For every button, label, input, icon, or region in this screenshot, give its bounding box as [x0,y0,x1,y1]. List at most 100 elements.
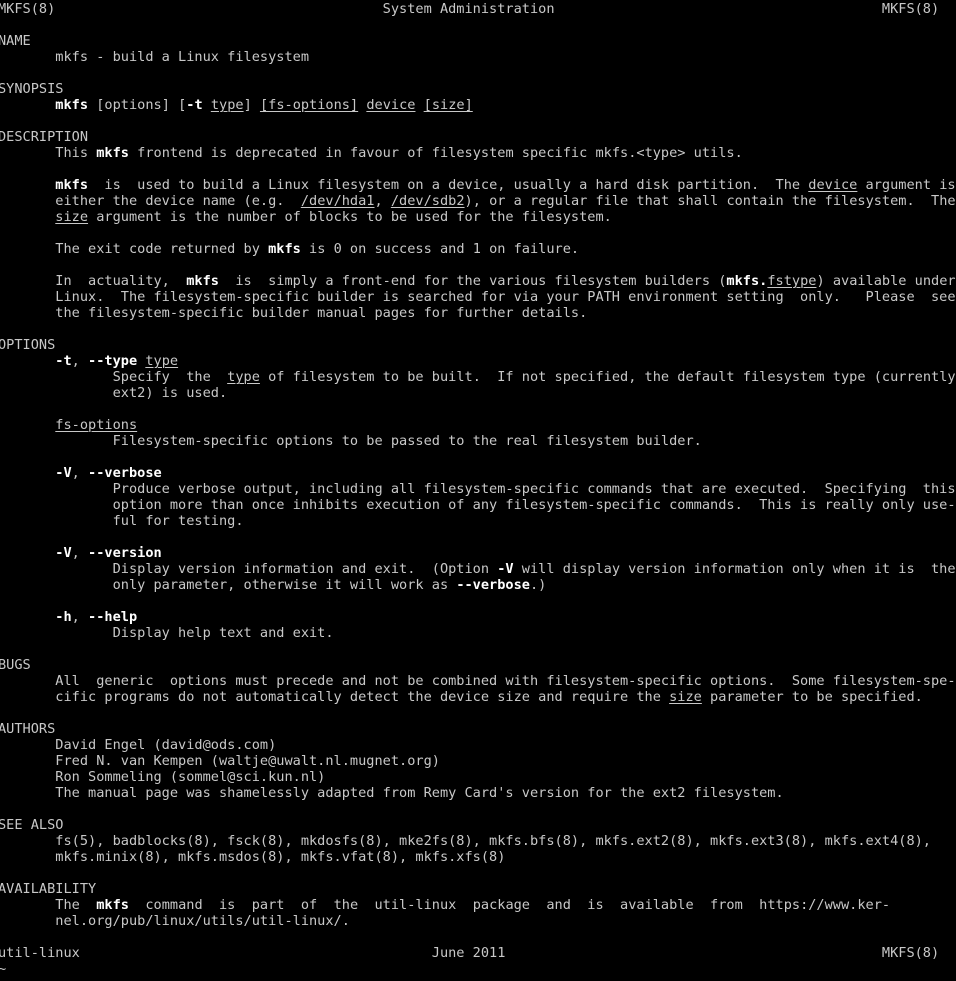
manpage-line: Display help text and exit. [0,625,956,641]
manpage-line: Linux. The filesystem-specific builder i… [0,289,956,305]
manpage-line: fs-options [0,417,956,433]
bold-text: mkfs. [726,273,768,289]
underlined-text: size [669,689,702,705]
section-heading-text: SYNOPSIS [0,81,64,97]
manpage-line: mkfs is used to build a Linux filesystem… [0,177,956,193]
manpage-line: Ron Sommeling (sommel@sci.kun.nl) [0,769,956,785]
bold-text: mkfs [55,97,89,113]
manpage-line: cific programs do not automatically dete… [0,689,956,705]
section-heading-text: SEE ALSO [0,817,64,833]
underlined-text: type [145,353,179,369]
manpage-line: Specify the type of filesystem to be bui… [0,369,956,385]
underlined-text: fs-options [55,417,138,433]
manpage-line: -V, --version [0,545,956,561]
manpage-line: ext2) is used. [0,385,956,401]
bold-text: -t [55,353,72,369]
manpage-header: MKFS(8) System Administration MKFS(8) [0,1,956,17]
text: Display version information and exit. (O… [0,561,498,577]
text: Ron Sommeling (sommel@sci.kun.nl) [0,769,326,785]
text: ), or a regular file that shall contain … [464,193,956,209]
manpage-line: Filesystem-specific options to be passed… [0,433,956,449]
bold-text: -t [186,97,203,113]
text [0,209,55,225]
manpage-line [0,225,956,241]
manpage-line [0,449,956,465]
bold-text: mkfs [96,145,129,161]
text: either the device name (e.g. [0,193,301,209]
text [0,97,55,113]
text [0,609,55,625]
man-page-screen: MKFS(8) System Administration MKFS(8) NAM… [0,1,956,977]
text: All generic options must precede and not… [0,673,956,689]
section-heading: AVAILABILITY [0,881,956,897]
footer-text: util-linux June 2011 MKFS(8) [0,945,940,961]
text: .) [529,577,547,593]
text: The exit code returned by [0,241,269,257]
text: In actuality, [0,273,187,289]
text: nel.org/pub/linux/utils/util-linux/. [0,913,350,929]
manpage-line [0,593,956,609]
manpage-line: the filesystem-specific builder manual p… [0,305,956,321]
underlined-text: type [210,97,244,113]
underlined-text: type [227,369,260,385]
manpage-line: All generic options must precede and not… [0,673,956,689]
underlined-text: fstype [767,273,817,289]
underlined-text: /dev/sdb2 [390,193,465,209]
manpage-line: -h, --help [0,609,956,625]
manpage-line: Fred N. van Kempen (waltje@uwalt.nl.mugn… [0,753,956,769]
manpage-line: mkfs - build a Linux filesystem [0,49,956,65]
text: fs(5), badblocks(8), fsck(8), mkdosfs(8)… [0,833,931,849]
text [415,97,423,113]
text: will display version information only wh… [513,561,956,577]
bold-text: --version [88,545,162,561]
underlined-text: [fs-options] [259,97,359,113]
section-heading-text: DESCRIPTION [0,129,89,145]
bold-text: mkfs [186,273,219,289]
manpage-line: ful for testing. [0,513,956,529]
header-text: MKFS(8) System Administration MKFS(8) [0,1,940,17]
section-heading: SEE ALSO [0,817,956,833]
text: ext2) is used. [0,385,228,401]
underlined-text: device [366,97,416,113]
manpage-line: either the device name (e.g. /dev/hda1, … [0,193,956,209]
bold-text: mkfs [96,897,129,913]
section-heading-text: BUGS [0,657,31,673]
manpage-line: mkfs [options] [-t type] [fs-options] de… [0,97,956,113]
manpage-line: Produce verbose output, including all fi… [0,481,956,497]
text: parameter to be specified. [701,689,923,705]
text: , [71,465,89,481]
text: command is part of the util-linux packag… [128,897,891,913]
text: ] [243,97,260,113]
manpage-line [0,257,956,273]
manpage-line: nel.org/pub/linux/utils/util-linux/. [0,913,956,929]
text: argument is the number of blocks to be u… [88,209,612,225]
text: only parameter, otherwise it will work a… [0,577,457,593]
manpage-line: fs(5), badblocks(8), fsck(8), mkdosfs(8)… [0,833,956,849]
text: , [71,353,89,369]
section-heading: DESCRIPTION [0,129,956,145]
text: The manual page was shamelessly adapted … [0,785,784,801]
text [0,417,55,433]
manpage-line: The exit code returned by mkfs is 0 on s… [0,241,956,257]
text: , [71,609,89,625]
section-heading-text: AVAILABILITY [0,881,97,897]
text: the filesystem-specific builder manual p… [0,305,588,321]
terminal-window[interactable]: MKFS(8) System Administration MKFS(8) NAM… [0,0,956,981]
bold-text: --verbose [456,577,530,593]
text: mkfs - build a Linux filesystem [0,49,309,65]
text: [options] [ [88,97,187,113]
manpage-line: Display version information and exit. (O… [0,561,956,577]
text: of filesystem to be built. If not specif… [259,369,956,385]
pager-tilde: ~ [0,961,7,977]
bold-text: -V [497,561,514,577]
text: is 0 on success and 1 on failure. [300,241,580,257]
text: is simply a front-end for the various fi… [219,273,727,289]
manpage-line: The manual page was shamelessly adapted … [0,785,956,801]
